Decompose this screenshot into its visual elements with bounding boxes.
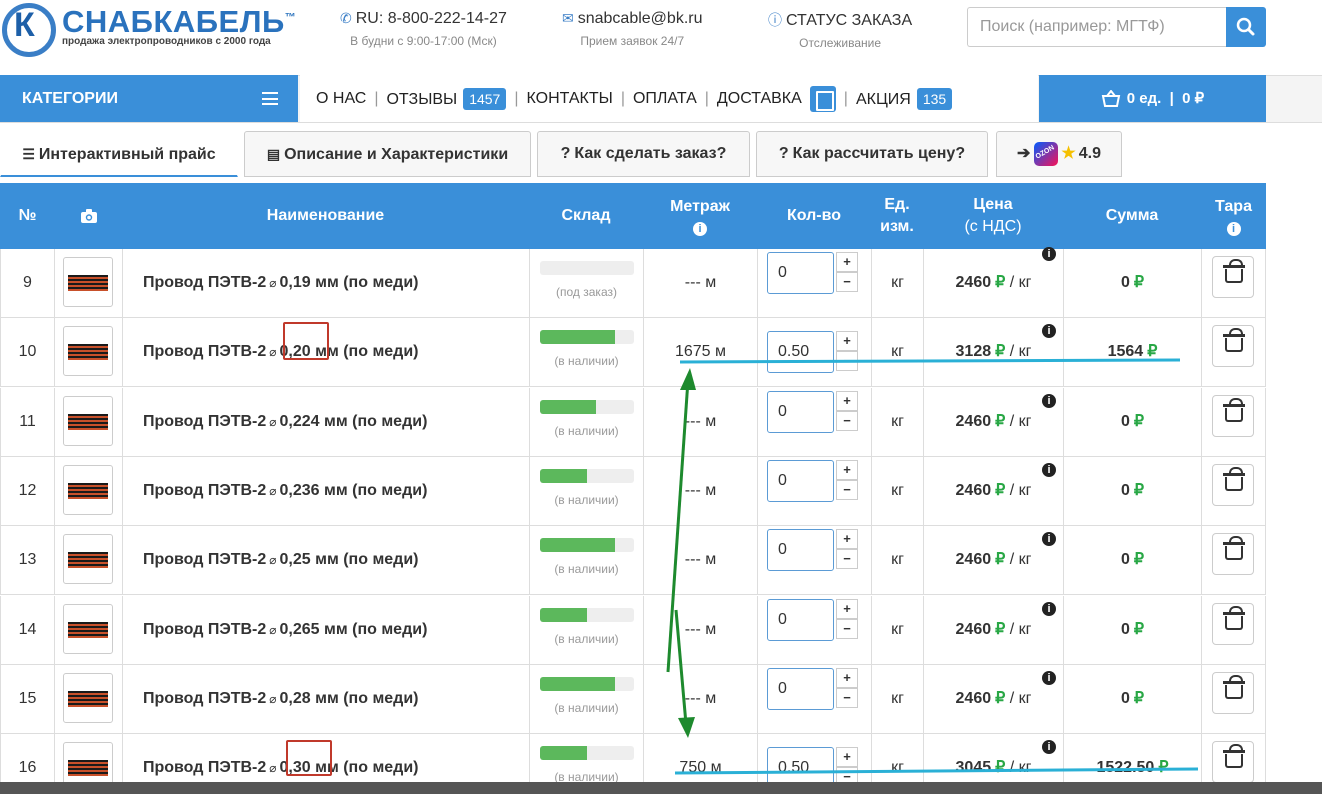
annotation-overlay — [666, 358, 1199, 775]
annotation-underline-top — [679, 358, 1181, 364]
annotation-underline-bottom — [674, 767, 1199, 775]
annotation-arrow-up-head — [680, 368, 696, 390]
annotation-arrow-down-line — [674, 609, 688, 725]
annotation-arrow-down-head — [678, 717, 695, 738]
annotation-box-row10 — [283, 322, 329, 360]
annotation-box-row16 — [286, 740, 332, 776]
bottom-scroll-strip — [0, 782, 1322, 794]
